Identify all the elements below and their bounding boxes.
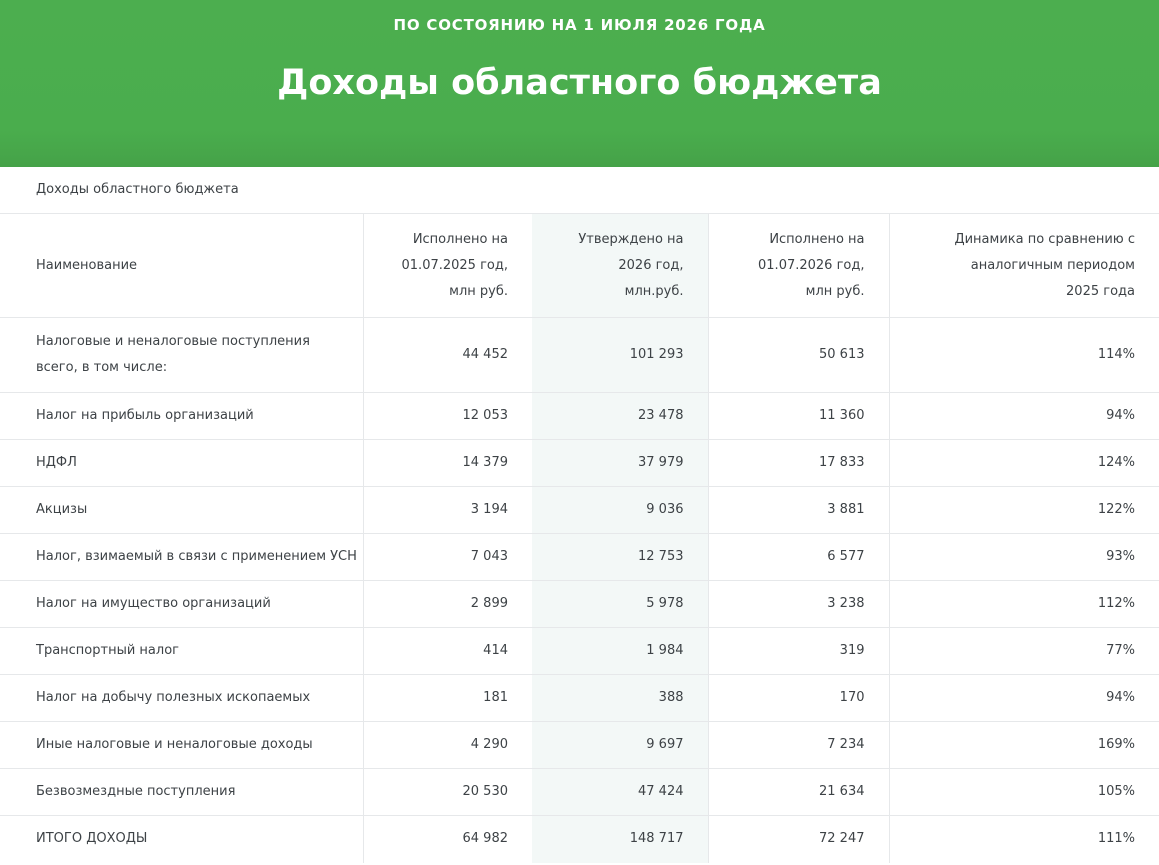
cell-dynamics: 124% (889, 439, 1159, 487)
table-row: НДФЛ 14 379 37 979 17 833 124% (0, 439, 1159, 487)
cell-executed-2026: 3 238 (708, 580, 890, 628)
page-header-banner: ПО СОСТОЯНИЮ НА 1 ИЮЛЯ 2026 ГОДА Доходы … (0, 0, 1159, 167)
cell-executed-2025: 20 530 (363, 768, 532, 816)
cell-approved-2026: 9 697 (532, 721, 709, 769)
row-name: Налог на имущество организаций (0, 580, 364, 628)
cell-approved-2026: 9 036 (532, 486, 709, 534)
cell-dynamics: 105% (889, 768, 1159, 816)
table-row: Налог на имущество организаций 2 899 5 9… (0, 580, 1159, 628)
column-header-approved-2026: Утверждено на 2026 год, млн.руб. (532, 213, 709, 318)
cell-executed-2025: 4 290 (363, 721, 532, 769)
column-header-executed-2026: Исполнено на 01.07.2026 год, млн руб. (708, 213, 890, 318)
cell-executed-2026: 7 234 (708, 721, 890, 769)
cell-executed-2025: 44 452 (363, 317, 532, 393)
cell-approved-2026: 37 979 (532, 439, 709, 487)
column-header-name: Наименование (0, 213, 364, 318)
cell-approved-2026: 101 293 (532, 317, 709, 393)
row-name: Иные налоговые и неналоговые доходы (0, 721, 364, 769)
budget-income-table: Наименование Исполнено на 01.07.2025 год… (0, 213, 1159, 863)
cell-executed-2026: 170 (708, 674, 890, 722)
cell-executed-2025: 181 (363, 674, 532, 722)
table-row: Налог на добычу полезных ископаемых 181 … (0, 674, 1159, 722)
row-name: НДФЛ (0, 439, 364, 487)
cell-executed-2026: 6 577 (708, 533, 890, 581)
table-row: Налог на прибыль организаций 12 053 23 4… (0, 392, 1159, 440)
page-title: Доходы областного бюджета (277, 63, 882, 103)
column-header-executed-2025: Исполнено на 01.07.2025 год, млн руб. (363, 213, 532, 318)
table-row: Транспортный налог 414 1 984 319 77% (0, 627, 1159, 675)
table-header-row: Наименование Исполнено на 01.07.2025 год… (0, 213, 1159, 318)
cell-dynamics: 111% (889, 815, 1159, 863)
cell-executed-2025: 14 379 (363, 439, 532, 487)
cell-executed-2025: 64 982 (363, 815, 532, 863)
row-name: Налог на добычу полезных ископаемых (0, 674, 364, 722)
column-header-executed-2026-label: Исполнено на 01.07.2026 год, млн руб. (758, 231, 865, 299)
cell-approved-2026: 23 478 (532, 392, 709, 440)
cell-approved-2026: 1 984 (532, 627, 709, 675)
cell-dynamics: 93% (889, 533, 1159, 581)
cell-executed-2025: 12 053 (363, 392, 532, 440)
cell-approved-2026: 47 424 (532, 768, 709, 816)
table-row-total: ИТОГО ДОХОДЫ 64 982 148 717 72 247 111% (0, 815, 1159, 863)
table-caption: Доходы областного бюджета (36, 182, 239, 197)
cell-executed-2026: 3 881 (708, 486, 890, 534)
cell-executed-2026: 21 634 (708, 768, 890, 816)
cell-approved-2026: 5 978 (532, 580, 709, 628)
column-header-dynamics-label: Динамика по сравнению с аналогичным пери… (954, 231, 1135, 299)
row-name: Налог на прибыль организаций (0, 392, 364, 440)
cell-executed-2025: 7 043 (363, 533, 532, 581)
column-header-executed-2025-label: Исполнено на 01.07.2025 год, млн руб. (401, 231, 508, 299)
cell-approved-2026: 12 753 (532, 533, 709, 581)
column-header-approved-2026-label: Утверждено на 2026 год, млн.руб. (578, 231, 684, 299)
cell-executed-2025: 414 (363, 627, 532, 675)
cell-approved-2026: 148 717 (532, 815, 709, 863)
cell-executed-2026: 72 247 (708, 815, 890, 863)
row-name: Безвозмездные поступления (0, 768, 364, 816)
cell-executed-2026: 50 613 (708, 317, 890, 393)
cell-executed-2025: 3 194 (363, 486, 532, 534)
column-header-dynamics: Динамика по сравнению с аналогичным пери… (889, 213, 1159, 318)
cell-executed-2026: 11 360 (708, 392, 890, 440)
cell-dynamics: 94% (889, 392, 1159, 440)
row-name: Транспортный налог (0, 627, 364, 675)
table-row: Безвозмездные поступления 20 530 47 424 … (0, 768, 1159, 816)
row-name: Акцизы (0, 486, 364, 534)
cell-executed-2025: 2 899 (363, 580, 532, 628)
row-name: Налоговые и неналоговые поступления всег… (36, 334, 310, 375)
cell-approved-2026: 388 (532, 674, 709, 722)
cell-dynamics: 112% (889, 580, 1159, 628)
cell-dynamics: 122% (889, 486, 1159, 534)
row-name: Налог, взимаемый в связи с применением У… (0, 533, 364, 581)
table-row: Иные налоговые и неналоговые доходы 4 29… (0, 721, 1159, 769)
cell-executed-2026: 17 833 (708, 439, 890, 487)
report-date-kicker: ПО СОСТОЯНИЮ НА 1 ИЮЛЯ 2026 ГОДА (393, 16, 766, 34)
cell-executed-2026: 319 (708, 627, 890, 675)
table-row: Акцизы 3 194 9 036 3 881 122% (0, 486, 1159, 534)
table-row: Налоговые и неналоговые поступления всег… (0, 317, 1159, 393)
cell-dynamics: 169% (889, 721, 1159, 769)
cell-dynamics: 114% (889, 317, 1159, 393)
table-row: Налог, взимаемый в связи с применением У… (0, 533, 1159, 581)
cell-dynamics: 94% (889, 674, 1159, 722)
cell-dynamics: 77% (889, 627, 1159, 675)
row-name: ИТОГО ДОХОДЫ (0, 815, 364, 863)
